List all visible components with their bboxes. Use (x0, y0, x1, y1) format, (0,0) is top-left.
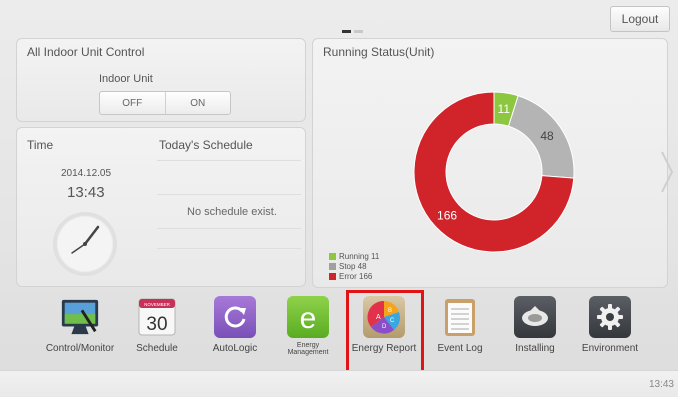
indoor-unit-label: Indoor Unit (99, 73, 153, 85)
calendar-month-text: NOVEMBER (144, 302, 171, 307)
legend-running: Running 11 (329, 251, 379, 261)
control-monitor-button[interactable]: Control/Monitor (40, 296, 120, 366)
schedule-label: Schedule (136, 343, 178, 354)
autologic-label: AutoLogic (212, 343, 258, 354)
schedule-button[interactable]: NOVEMBER 30 Schedule (131, 296, 183, 366)
screen: Logout All Indoor Unit Control Indoor Un… (0, 0, 678, 397)
time-schedule-panel: Time Today's Schedule 2014.12.05 13:43 N… (16, 127, 306, 287)
running-status-title: Running Status(Unit) (323, 45, 435, 59)
installing-label: Installing (515, 343, 555, 354)
donut-label-0: 11 (498, 102, 511, 116)
legend-error: Error 166 (329, 271, 379, 281)
legend-swatch-stop (329, 262, 336, 270)
on-button[interactable]: ON (166, 92, 231, 114)
legend-swatch-running (329, 252, 336, 260)
schedule-title: Today's Schedule (159, 138, 253, 152)
running-status-donut: 11 48 166 (413, 91, 575, 253)
schedule-divider (157, 160, 301, 161)
clock-hands-icon (71, 225, 100, 254)
status-footer: 13:43 (0, 370, 678, 397)
logout-button[interactable]: Logout (610, 6, 670, 32)
schedule-divider (157, 194, 301, 195)
indoor-unit-control-panel: All Indoor Unit Control Indoor Unit OFF … (16, 38, 306, 122)
monitor-icon (59, 296, 101, 338)
event-log-label: Event Log (437, 343, 483, 354)
main-menu-toolbar: Control/Monitor NOVEMBER 30 Schedule Aut… (0, 292, 678, 370)
indoor-unit-toggle: OFF ON (99, 91, 231, 115)
status-legend: Running 11 Stop 48 Error 166 (329, 251, 379, 281)
installing-button[interactable]: Installing (507, 296, 563, 366)
ceiling-unit-icon (514, 296, 556, 338)
energy-management-label: Energy Management (287, 342, 329, 356)
refresh-icon (214, 296, 256, 338)
page-indicator (342, 30, 363, 33)
calendar-day-text: 30 (146, 314, 167, 335)
environment-button[interactable]: Environment (577, 296, 643, 366)
autologic-button[interactable]: AutoLogic (200, 296, 270, 366)
running-status-panel: Running Status(Unit) 11 48 166 Running 11 … (312, 38, 668, 288)
footer-clock: 13:43 (648, 379, 674, 390)
donut-label-1: 48 (540, 129, 554, 143)
legend-error-text: Error 166 (339, 271, 373, 281)
legend-swatch-error (329, 272, 336, 280)
calendar-icon: NOVEMBER 30 (136, 296, 178, 338)
energy-report-highlight-box (346, 290, 424, 376)
environment-label: Environment (581, 343, 639, 354)
legend-stop: Stop 48 (329, 261, 379, 271)
event-log-button[interactable]: Event Log (430, 296, 490, 366)
energy-management-button[interactable]: e Energy Management (278, 296, 338, 366)
analog-clock (53, 212, 117, 276)
control-monitor-label: Control/Monitor (45, 343, 115, 354)
no-schedule-message: No schedule exist. (187, 206, 277, 218)
control-panel-title: All Indoor Unit Control (27, 45, 145, 59)
gear-icon (589, 296, 631, 338)
legend-stop-text: Stop 48 (339, 261, 367, 271)
schedule-divider (157, 248, 301, 249)
notepad-icon (439, 296, 481, 338)
page-dot[interactable] (354, 30, 363, 33)
current-date: 2014.12.05 (61, 168, 112, 179)
schedule-divider (157, 228, 301, 229)
time-title: Time (27, 138, 54, 152)
off-button[interactable]: OFF (100, 92, 166, 114)
donut-label-2: 166 (437, 208, 457, 222)
current-time: 13:43 (67, 184, 105, 201)
svg-text:e: e (300, 302, 317, 333)
page-dot-active (342, 30, 351, 33)
energy-e-icon: e (287, 296, 329, 338)
legend-running-text: Running 11 (339, 251, 380, 261)
next-page-chevron-icon[interactable] (660, 150, 674, 194)
